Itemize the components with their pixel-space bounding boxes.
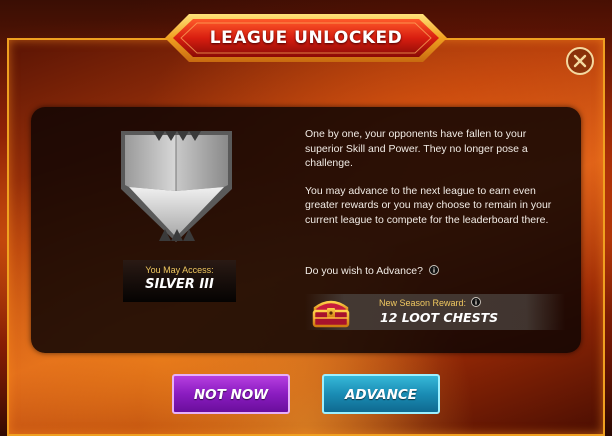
message-text: One by one, your opponents have fallen t… [305, 127, 563, 240]
message-paragraph-1: One by one, your opponents have fallen t… [305, 128, 528, 169]
advance-question-row: Do you wish to Advance? [305, 264, 439, 278]
reward-label-row: New Season Reward: [379, 297, 481, 308]
advance-button[interactable]: ADVANCE [322, 374, 440, 414]
reward-value: 12 LOOT CHESTS [380, 310, 499, 325]
season-reward-strip: New Season Reward: 12 LOOT CHESTS [305, 294, 565, 330]
title-banner: LEAGUE UNLOCKED [161, 12, 451, 64]
reward-label: New Season Reward: [379, 298, 467, 308]
not-now-button[interactable]: NOT NOW [172, 374, 290, 414]
league-name: SILVER III [145, 277, 214, 292]
info-panel: You May Access: SILVER III One by one, y… [31, 107, 581, 353]
league-access-box: You May Access: SILVER III [123, 260, 236, 302]
reward-info-icon[interactable] [471, 297, 481, 307]
message-paragraph-2: You may advance to the next league to ea… [305, 184, 552, 226]
info-icon[interactable] [428, 265, 439, 275]
dialog-title: LEAGUE UNLOCKED [209, 28, 403, 48]
silver-league-shield-icon [119, 129, 234, 244]
advance-question: Do you wish to Advance? [305, 265, 423, 277]
game-screen: LEAGUE UNLOCKED You May Access: SILVER I… [0, 0, 612, 436]
loot-chest-icon [312, 300, 350, 328]
close-icon [573, 54, 587, 68]
close-button[interactable] [566, 47, 594, 75]
access-label: You May Access: [145, 265, 214, 275]
